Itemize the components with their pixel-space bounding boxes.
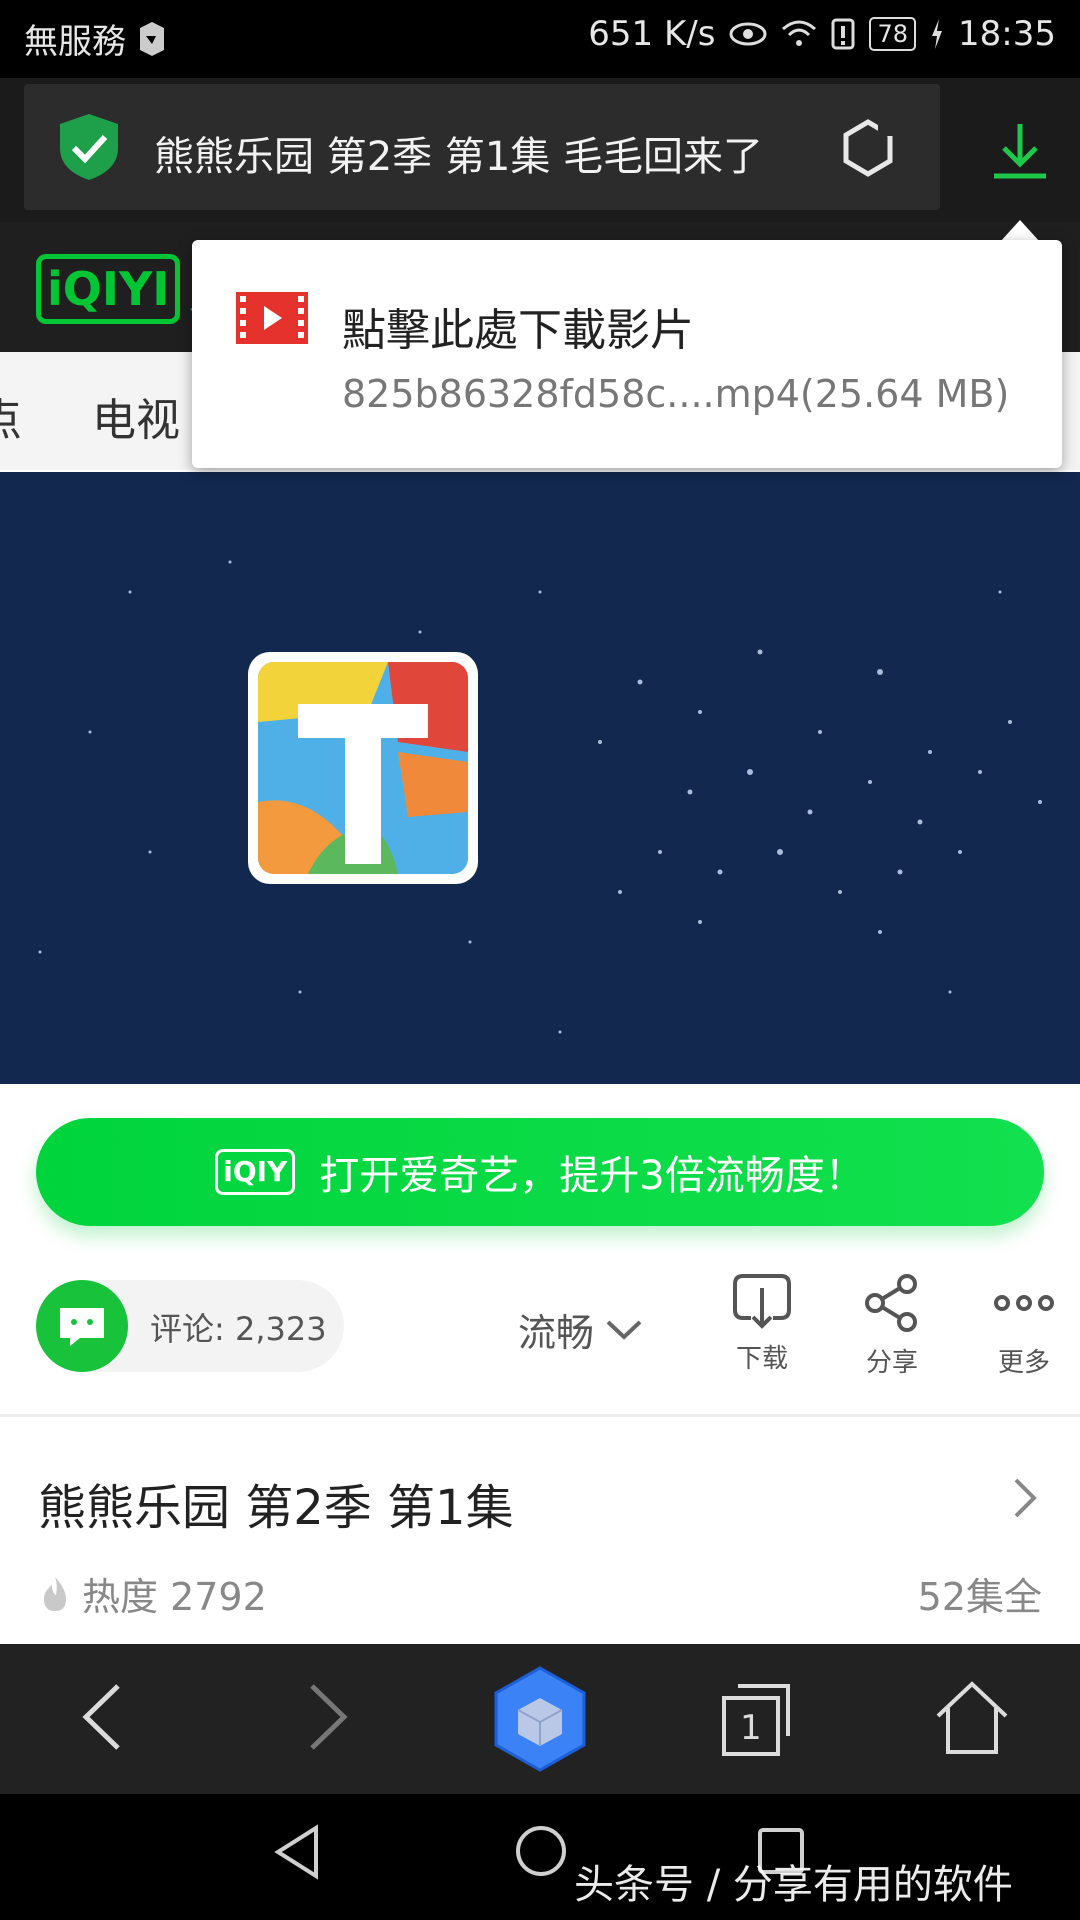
video-file-icon: [236, 292, 308, 344]
quality-label: 流畅: [518, 1311, 595, 1355]
flame-icon: [44, 1576, 66, 1611]
sim-icon: [140, 21, 164, 56]
carrier-label: 無服務: [24, 22, 126, 62]
status-right: 651 K/s 78 18:35: [588, 14, 1056, 54]
download-label: 下载: [735, 1344, 788, 1374]
tabs-button[interactable]: 1: [718, 1682, 794, 1758]
nav-home-icon[interactable]: [514, 1824, 568, 1878]
home-icon[interactable]: [934, 1680, 1010, 1756]
iqiyi-small-logo-icon: iQIY: [215, 1149, 296, 1195]
net-speed: 651 K/s: [588, 14, 716, 54]
download-action[interactable]: 下载: [702, 1272, 822, 1375]
tab-recommend[interactable]: 点: [0, 384, 22, 448]
starfield: [38, 560, 1042, 1034]
nav-back-icon[interactable]: [272, 1824, 322, 1880]
more-label: 更多: [997, 1348, 1050, 1378]
address-bar-title[interactable]: 熊熊乐园 第2季 第1集 毛毛回来了: [154, 124, 804, 182]
charging-icon: [932, 19, 943, 49]
iqiyi-logo: iQIYI: [36, 254, 181, 324]
security-shield-icon: [60, 114, 118, 180]
forward-icon[interactable]: [302, 1682, 352, 1752]
back-icon[interactable]: [78, 1682, 128, 1752]
popup-filename[interactable]: 825b86328fd58c....mp4(25.64 MB): [342, 372, 1009, 416]
download-box-icon: [733, 1274, 791, 1329]
clock: 18:35: [958, 14, 1056, 54]
watermark-text: 头条号 / 分享有用的软件: [574, 1862, 1013, 1908]
episode-title[interactable]: 熊熊乐园 第2季 第1集: [38, 1468, 514, 1538]
eye-icon: [729, 22, 767, 46]
quality-selector[interactable]: 流畅: [518, 1302, 642, 1357]
chevron-right-icon[interactable]: [1010, 1476, 1040, 1531]
heat-indicator: 热度 2792: [40, 1566, 267, 1621]
popup-title[interactable]: 點擊此處下載影片: [342, 294, 694, 358]
share-label: 分享: [865, 1348, 918, 1378]
tab-count: 1: [740, 1708, 762, 1748]
heat-value: 热度 2792: [82, 1575, 267, 1619]
more-dots-icon: [994, 1295, 1054, 1311]
reload-icon[interactable]: [838, 118, 898, 178]
comment-icon[interactable]: [36, 1280, 128, 1372]
episode-count[interactable]: 52集全: [918, 1566, 1042, 1621]
download-icon[interactable]: [990, 120, 1050, 180]
section-divider: [0, 1414, 1080, 1417]
share-action[interactable]: 分享: [832, 1272, 952, 1379]
wifi-icon: [782, 20, 817, 46]
comment-count[interactable]: 评论: 2,323: [150, 1304, 327, 1350]
browser-bottom-bar: 1: [0, 1644, 1080, 1794]
battery-level: 78: [869, 17, 917, 51]
video-player[interactable]: [0, 472, 1080, 1084]
tab-tv[interactable]: 电视: [92, 384, 180, 448]
alert-icon: [831, 18, 855, 50]
more-action[interactable]: 更多: [964, 1272, 1080, 1379]
open-app-button[interactable]: iQIY 打开爱奇艺，提升3倍流畅度！: [36, 1118, 1044, 1226]
open-app-label: 打开爱奇艺，提升3倍流畅度！: [319, 1153, 865, 1199]
share-icon: [865, 1274, 917, 1332]
status-left: 無服務: [24, 14, 166, 63]
status-bar: 無服務 651 K/s 78 18:35: [0, 0, 1080, 78]
browser-home-cube-icon[interactable]: [490, 1664, 590, 1774]
chevron-down-icon: [606, 1320, 642, 1340]
t-logo-icon: [248, 652, 478, 884]
popup-pointer: [1000, 220, 1040, 242]
